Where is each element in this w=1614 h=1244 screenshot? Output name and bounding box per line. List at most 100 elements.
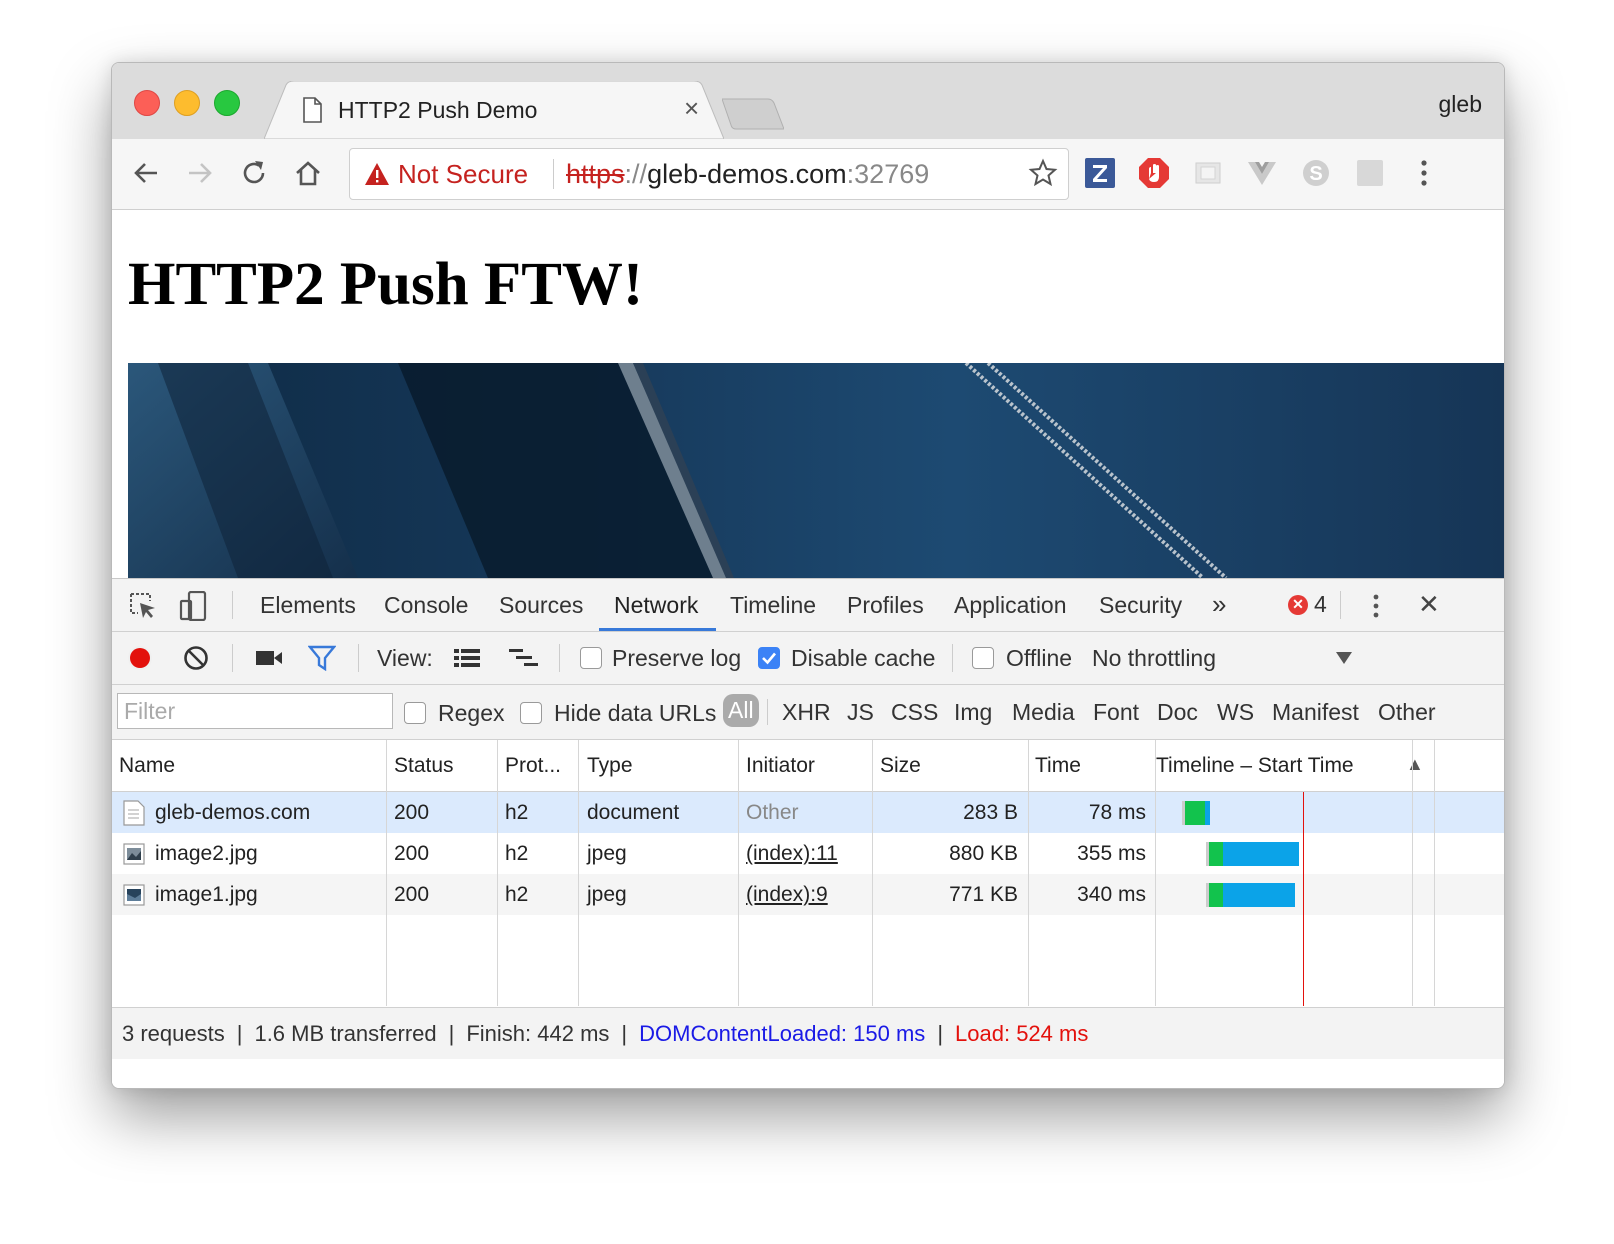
type-filter-manifest[interactable]: Manifest (1272, 699, 1359, 726)
tab-elements[interactable]: Elements (260, 592, 356, 619)
column-header-status[interactable]: Status (394, 754, 454, 778)
zotero-icon[interactable] (1082, 155, 1118, 191)
request-protocol: h2 (505, 883, 529, 906)
request-status: 200 (394, 801, 430, 824)
column-divider[interactable] (1412, 740, 1413, 1006)
disable-cache-checkbox[interactable] (758, 647, 780, 669)
type-filter-css[interactable]: CSS (891, 699, 938, 726)
tab-security[interactable]: Security (1099, 592, 1182, 619)
bookmark-star-icon[interactable] (1028, 158, 1058, 193)
column-header-size[interactable]: Size (880, 754, 921, 778)
tab-profiles[interactable]: Profiles (847, 592, 924, 619)
tab-title: HTTP2 Push Demo (338, 97, 538, 123)
waterfall-waiting-bar (1185, 801, 1205, 825)
record-icon[interactable] (126, 644, 154, 672)
column-divider[interactable] (1028, 740, 1029, 1006)
column-divider[interactable] (1155, 740, 1156, 1006)
table-row[interactable]: image2.jpg 200 h2 jpeg (index):11 880 KB… (112, 833, 1504, 874)
title-bar: HTTP2 Push Demo × gleb (112, 63, 1504, 139)
offline-checkbox[interactable] (972, 647, 994, 669)
device-toolbar-icon[interactable] (176, 589, 210, 623)
inspect-element-icon[interactable] (126, 589, 160, 623)
type-filter-font[interactable]: Font (1093, 699, 1139, 726)
request-protocol: h2 (505, 801, 529, 824)
tab-http2-push-demo[interactable]: HTTP2 Push Demo × (264, 81, 724, 139)
url-separator: :// (624, 159, 648, 189)
type-filter-xhr[interactable]: XHR (782, 699, 831, 726)
type-filter-img[interactable]: Img (954, 699, 992, 726)
column-header-timeline[interactable]: Timeline – Start Time (1156, 754, 1354, 778)
menu-kebab-icon[interactable] (1406, 155, 1442, 191)
extension-icon[interactable] (1352, 155, 1388, 191)
close-window-button[interactable] (134, 90, 160, 116)
throttling-dropdown-icon[interactable] (1334, 648, 1354, 668)
request-initiator-link[interactable]: (index):9 (746, 883, 828, 907)
column-divider[interactable] (872, 740, 873, 1006)
forward-button[interactable] (182, 155, 218, 191)
home-button[interactable] (290, 155, 326, 191)
tab-network[interactable]: Network (614, 592, 698, 619)
preserve-log-checkbox[interactable] (580, 647, 602, 669)
column-header-initiator[interactable]: Initiator (746, 754, 815, 778)
type-filter-ws[interactable]: WS (1217, 699, 1254, 726)
column-divider[interactable] (1434, 740, 1435, 1006)
filter-icon[interactable] (307, 644, 337, 672)
minimize-window-button[interactable] (174, 90, 200, 116)
url-scheme: https (566, 159, 625, 189)
new-tab-button[interactable] (721, 97, 785, 136)
devtools-menu-icon[interactable] (1364, 589, 1388, 623)
hide-data-urls-checkbox[interactable] (520, 702, 542, 724)
tab-application[interactable]: Application (954, 592, 1067, 619)
column-divider[interactable] (738, 740, 739, 1006)
address-bar[interactable]: Not Secure https://gleb-demos.com:32769 (349, 148, 1069, 200)
column-divider[interactable] (497, 740, 498, 1006)
large-rows-icon[interactable] (452, 644, 482, 672)
capture-screenshots-icon[interactable] (254, 644, 284, 672)
forward-arrow-icon (189, 163, 212, 183)
type-filter-js[interactable]: JS (847, 699, 874, 726)
reload-button[interactable] (236, 155, 272, 191)
tab-timeline[interactable]: Timeline (730, 592, 816, 619)
request-initiator-link[interactable]: (index):11 (746, 842, 838, 866)
error-counter[interactable]: ✕ 4 (1288, 591, 1327, 618)
skype-icon[interactable]: S (1298, 155, 1334, 191)
tab-console[interactable]: Console (384, 592, 468, 619)
type-filter-all[interactable]: All (723, 694, 759, 727)
column-header-type[interactable]: Type (587, 754, 633, 778)
throttling-select[interactable]: No throttling (1092, 645, 1216, 672)
clear-icon[interactable] (182, 644, 210, 672)
network-toolbar: View: Preserve log Disable cache Offline… (112, 632, 1504, 685)
profile-name[interactable]: gleb (1439, 91, 1482, 118)
zoom-window-button[interactable] (214, 90, 240, 116)
regex-checkbox[interactable] (404, 702, 426, 724)
tab-divider (1340, 591, 1341, 619)
column-divider[interactable] (386, 740, 387, 1006)
url-text[interactable]: https://gleb-demos.com:32769 (566, 159, 929, 190)
pdf-icon[interactable] (1190, 155, 1226, 191)
tab-sources[interactable]: Sources (499, 592, 583, 619)
adblock-icon[interactable] (1136, 155, 1172, 191)
table-row[interactable]: gleb-demos.com 200 h2 document Other 283… (112, 792, 1504, 833)
vue-devtools-icon[interactable] (1244, 155, 1280, 191)
close-devtools-icon[interactable]: ✕ (1418, 589, 1440, 620)
load-event-marker (1303, 792, 1304, 1006)
more-tabs-icon[interactable]: » (1212, 589, 1226, 620)
request-time: 78 ms (1088, 801, 1146, 824)
overview-icon[interactable] (507, 644, 541, 672)
type-filter-doc[interactable]: Doc (1157, 699, 1198, 726)
column-header-name[interactable]: Name (119, 754, 175, 778)
column-divider[interactable] (578, 740, 579, 1006)
type-filter-other[interactable]: Other (1378, 699, 1436, 726)
sort-ascending-icon[interactable]: ▲ (1406, 754, 1424, 775)
close-tab-icon[interactable]: × (684, 95, 699, 121)
security-indicator[interactable]: Not Secure (398, 159, 528, 190)
back-button[interactable] (128, 155, 164, 191)
type-filter-media[interactable]: Media (1012, 699, 1075, 726)
table-row[interactable]: image1.jpg 200 h2 jpeg (index):9 771 KB … (112, 874, 1504, 915)
toolbar-divider (952, 644, 953, 672)
checkmark-icon (762, 652, 776, 665)
column-header-protocol[interactable]: Prot... (505, 754, 561, 778)
filter-input[interactable] (117, 693, 393, 729)
column-header-time[interactable]: Time (1035, 754, 1081, 778)
request-time: 355 ms (1077, 842, 1146, 865)
